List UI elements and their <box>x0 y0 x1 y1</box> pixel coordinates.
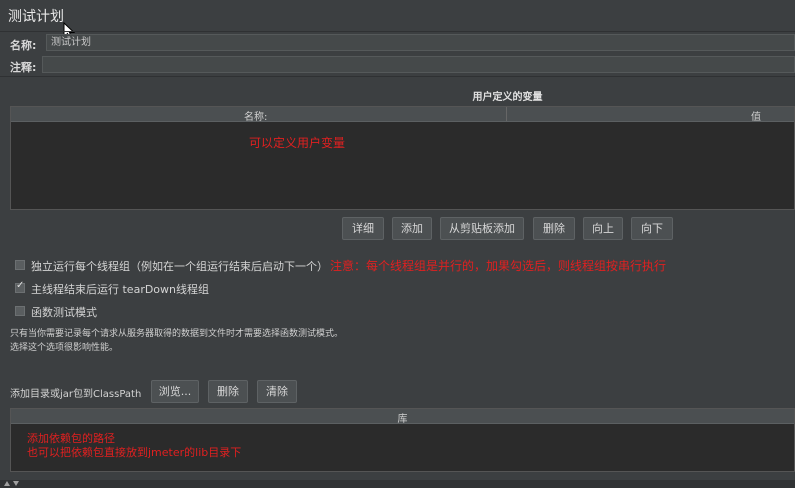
delete-classpath-button[interactable]: 删除 <box>208 380 248 403</box>
serial-annotation: 注意：每个线程组是并行的，加果勾选后，则线程组按串行执行 <box>330 259 667 273</box>
functional-note-line2: 选择这个选项很影响性能。 <box>10 343 119 353</box>
variables-col-name[interactable]: 名称: <box>244 108 267 123</box>
teardown-label: 主线程结束后运行 tearDown线程组 <box>31 283 210 296</box>
classpath-table-header: 库 <box>11 409 794 425</box>
clear-button[interactable]: 清除 <box>257 380 297 403</box>
name-label: 名称: <box>10 39 37 52</box>
run-serially-label: 独立运行每个线程组（例如在一个组运行结束后启动下一个） <box>31 260 328 273</box>
move-down-button[interactable]: 向下 <box>631 217 673 240</box>
bottom-scrollbar[interactable] <box>0 480 795 488</box>
functional-mode-label: 函数测试模式 <box>31 306 97 319</box>
comment-field[interactable] <box>42 56 795 73</box>
browse-button[interactable]: 浏览... <box>151 380 199 403</box>
comment-label: 注释: <box>10 61 37 74</box>
variables-table-header: 名称: 值 <box>11 107 794 123</box>
variables-col-value[interactable]: 值 <box>751 108 761 123</box>
variables-title: 用户定义的变量 <box>472 92 543 103</box>
classpath-table[interactable]: 库 添加依赖包的路径 也可以把依赖包直接放到jmeter的lib目录下 <box>10 408 795 472</box>
add-from-clipboard-button[interactable]: 从剪贴板添加 <box>440 217 524 240</box>
classpath-label: 添加目录或jar包到ClassPath <box>10 389 142 400</box>
functional-note-line1: 只有当你需要记录每个请求从服务器取得的数据到文件时才需要选择函数测试模式。 <box>10 329 344 339</box>
classpath-col-lib[interactable]: 库 <box>398 414 408 425</box>
classpath-annotation-2: 也可以把依赖包直接放到jmeter的lib目录下 <box>27 446 242 459</box>
split-arrows-icon[interactable] <box>3 480 21 488</box>
detail-button[interactable]: 详细 <box>342 217 384 240</box>
move-up-button[interactable]: 向上 <box>583 217 623 240</box>
name-field[interactable]: 测试计划 <box>46 34 795 51</box>
run-serially-checkbox[interactable] <box>15 260 25 270</box>
check-icon: ✓ <box>16 280 25 291</box>
teardown-checkbox[interactable]: ✓ <box>15 280 25 293</box>
variables-annotation: 可以定义用户变量 <box>249 136 346 150</box>
variables-table[interactable]: 名称: 值 可以定义用户变量 <box>10 106 795 210</box>
functional-mode-checkbox[interactable] <box>15 306 25 316</box>
delete-variable-button[interactable]: 删除 <box>533 217 575 240</box>
page-title: 测试计划 <box>8 9 64 25</box>
add-button[interactable]: 添加 <box>392 217 432 240</box>
